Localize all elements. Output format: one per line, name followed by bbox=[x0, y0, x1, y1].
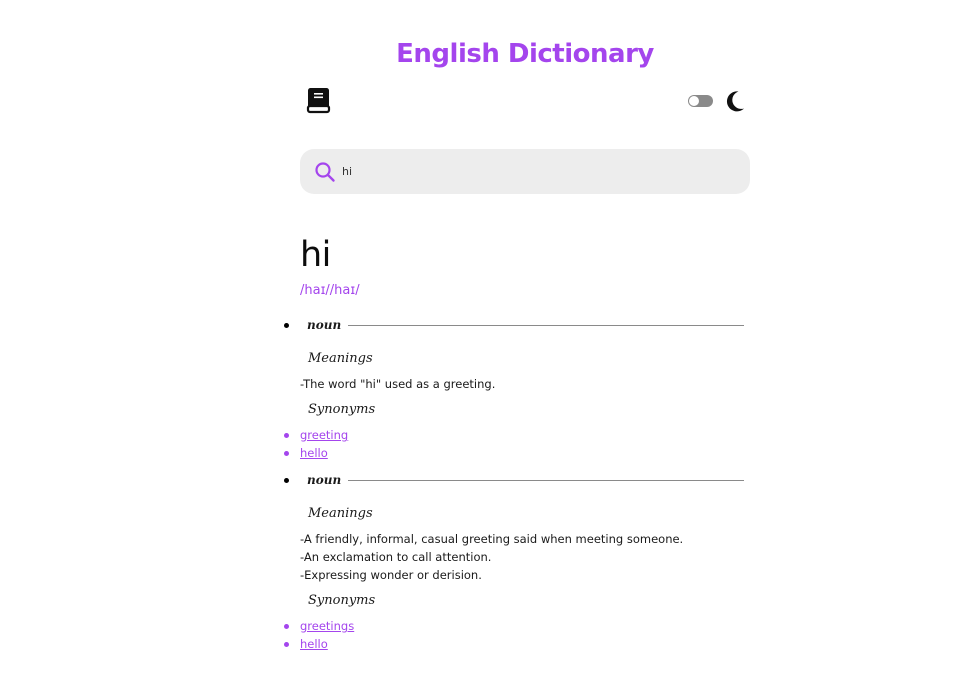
part-of-speech-label: noun bbox=[307, 318, 342, 332]
meanings-heading: Meanings bbox=[308, 351, 373, 366]
list-bullet bbox=[284, 450, 289, 456]
list-bullet bbox=[284, 432, 289, 438]
synonym-link[interactable]: hello bbox=[300, 444, 328, 462]
theme-controls bbox=[688, 88, 745, 114]
list-bullet bbox=[284, 322, 289, 328]
definition-item: Expressing wonder or derision. bbox=[300, 566, 760, 584]
definitions-list: A friendly, informal, casual greeting sa… bbox=[300, 530, 760, 584]
search-icon[interactable] bbox=[314, 161, 336, 183]
meanings-heading: Meanings bbox=[308, 506, 373, 521]
divider bbox=[348, 324, 744, 326]
synonym-link[interactable]: greeting bbox=[300, 426, 348, 444]
search-input[interactable] bbox=[342, 149, 737, 194]
part-of-speech-label: noun bbox=[307, 473, 342, 487]
toggle-knob bbox=[689, 96, 699, 106]
phonetic: /haɪ//haɪ/ bbox=[300, 283, 360, 298]
dictionary-page: English Dictionary hi /haɪ//haɪ/ noun bbox=[0, 0, 969, 688]
definition-item: An exclamation to call attention. bbox=[300, 548, 760, 566]
definition-item: A friendly, informal, casual greeting sa… bbox=[300, 530, 760, 548]
list-item: greetings bbox=[284, 617, 354, 635]
synonyms-heading: Synonyms bbox=[308, 593, 376, 608]
moon-icon[interactable] bbox=[725, 90, 745, 112]
list-bullet bbox=[284, 477, 289, 483]
synonym-link[interactable]: hello bbox=[300, 635, 328, 653]
word-heading: hi bbox=[300, 235, 331, 275]
list-item: hello bbox=[284, 635, 354, 653]
divider bbox=[348, 479, 744, 481]
theme-toggle[interactable] bbox=[688, 95, 713, 107]
list-item: greeting bbox=[284, 426, 348, 444]
synonyms-list: greeting hello bbox=[284, 426, 348, 462]
book-icon bbox=[306, 88, 331, 114]
definitions-list: The word "hi" used as a greeting. bbox=[300, 375, 760, 393]
toolbar bbox=[305, 86, 745, 118]
app-title: English Dictionary bbox=[396, 39, 654, 69]
part-of-speech-row: noun bbox=[284, 316, 744, 334]
list-bullet bbox=[284, 623, 289, 629]
list-bullet bbox=[284, 641, 289, 647]
part-of-speech-row: noun bbox=[284, 471, 744, 489]
definition-item: The word "hi" used as a greeting. bbox=[300, 375, 760, 393]
list-item: hello bbox=[284, 444, 348, 462]
synonyms-heading: Synonyms bbox=[308, 402, 376, 417]
synonyms-list: greetings hello bbox=[284, 617, 354, 653]
search-bar bbox=[300, 149, 750, 194]
synonym-link[interactable]: greetings bbox=[300, 617, 354, 635]
